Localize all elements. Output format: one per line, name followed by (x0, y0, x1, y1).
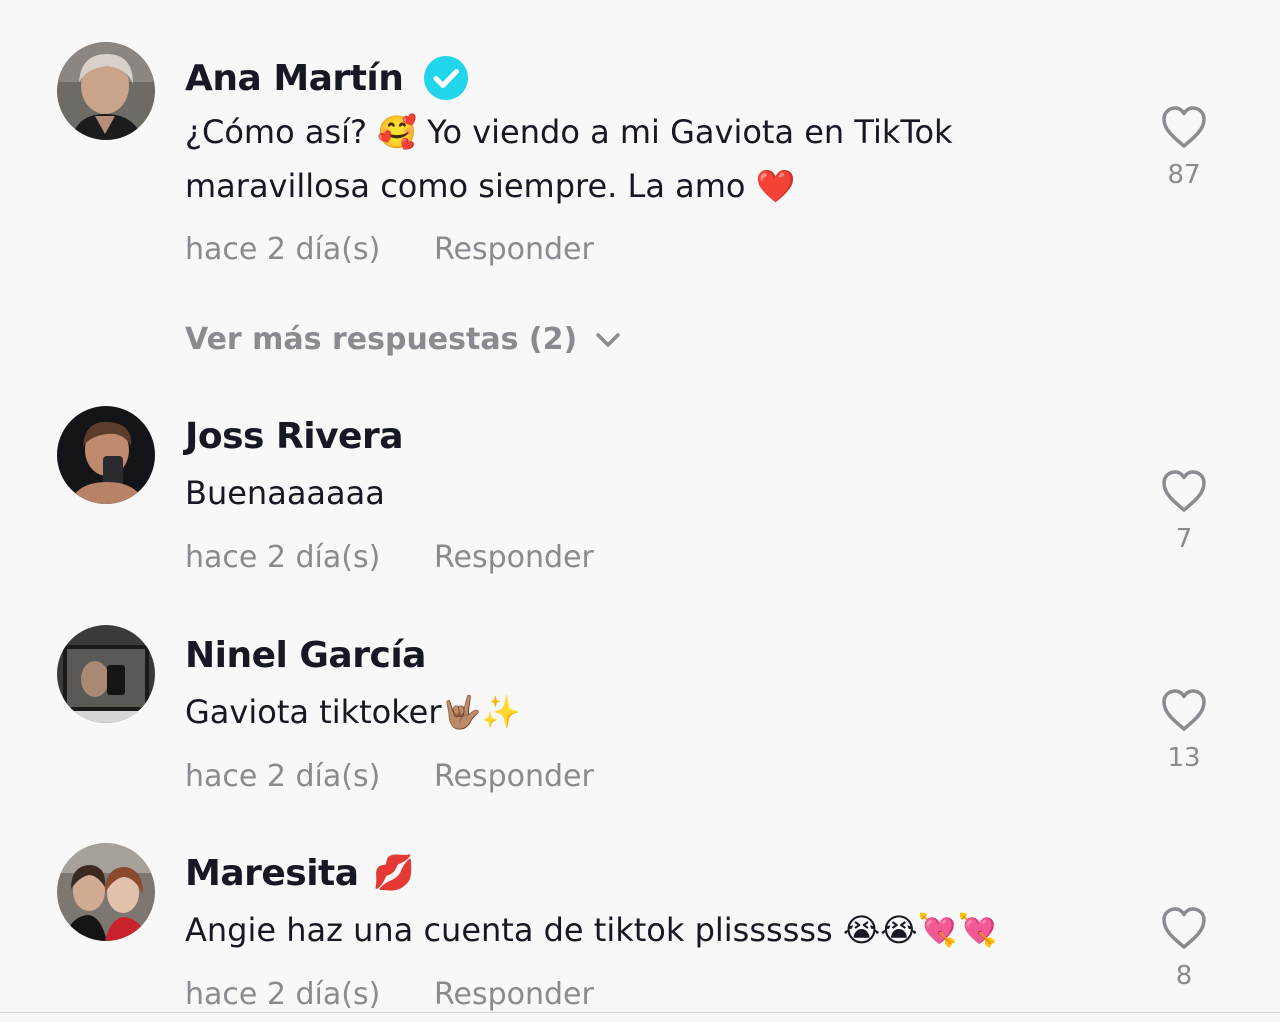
reply-button[interactable]: Responder (434, 977, 594, 1012)
comment-list: Ana Martín ¿Cómo así? 🥰 Yo viendo a mi G… (0, 0, 1280, 1022)
view-more-replies-label: Ver más respuestas (2) (185, 322, 578, 357)
reply-button[interactable]: Responder (434, 759, 594, 794)
username-row: Joss Rivera (185, 406, 404, 466)
avatar[interactable] (57, 625, 155, 723)
comment-text: ¿Cómo así? 🥰 Yo viendo a mi Gaviota en T… (185, 113, 953, 205)
username-row: Ana Martín (185, 48, 469, 108)
verified-check-icon (423, 55, 469, 101)
username[interactable]: Ana Martín (185, 58, 404, 99)
comment-meta: hace 2 día(s) Responder (185, 977, 594, 1012)
comment-time: hace 2 día(s) (185, 759, 381, 794)
heart-outline-icon[interactable] (1160, 687, 1208, 733)
avatar-image (57, 42, 155, 140)
username-emoji: 💋 (372, 853, 415, 893)
like-area: 13 (1140, 687, 1228, 773)
avatar[interactable] (57, 406, 155, 504)
like-count: 13 (1167, 743, 1201, 773)
comment-time: hace 2 día(s) (185, 977, 381, 1012)
like-count: 7 (1175, 524, 1193, 554)
avatar[interactable] (57, 42, 155, 140)
comment-item: Joss Rivera Buenaaaaaa hace 2 día(s) Res… (0, 406, 1280, 606)
comment-item: Maresita 💋 Angie haz una cuenta de tikto… (0, 843, 1280, 1022)
like-area: 8 (1140, 905, 1228, 991)
reply-button[interactable]: Responder (434, 232, 594, 267)
username-row: Maresita 💋 (185, 843, 415, 903)
divider (0, 1012, 1280, 1013)
comment-item: Ana Martín ¿Cómo así? 🥰 Yo viendo a mi G… (0, 42, 1280, 342)
like-area: 87 (1140, 104, 1228, 190)
reply-button[interactable]: Responder (434, 540, 594, 575)
username[interactable]: Maresita (185, 853, 359, 894)
comment-meta: hace 2 día(s) Responder (185, 759, 594, 794)
avatar-image (57, 843, 155, 941)
avatar-image (57, 625, 155, 723)
comment-meta: hace 2 día(s) Responder (185, 232, 594, 267)
comment-text: Gaviota tiktoker🤟🏽✨ (185, 693, 522, 731)
comment-text: Angie haz una cuenta de tiktok plissssss… (185, 911, 998, 949)
avatar[interactable] (57, 843, 155, 941)
comment-item: Ninel García Gaviota tiktoker🤟🏽✨ hace 2 … (0, 625, 1280, 825)
heart-outline-icon[interactable] (1160, 905, 1208, 951)
comment-time: hace 2 día(s) (185, 232, 381, 267)
avatar-image (57, 406, 155, 504)
like-count: 8 (1175, 961, 1193, 991)
view-more-replies-button[interactable]: Ver más respuestas (2) (185, 322, 621, 357)
heart-outline-icon[interactable] (1160, 104, 1208, 150)
comment-time: hace 2 día(s) (185, 540, 381, 575)
username[interactable]: Ninel García (185, 635, 426, 676)
comment-text: Buenaaaaaa (185, 474, 385, 512)
username-row: Ninel García (185, 625, 426, 685)
like-count: 87 (1167, 160, 1201, 190)
username[interactable]: Joss Rivera (185, 416, 404, 457)
chevron-down-icon (596, 332, 620, 347)
heart-outline-icon[interactable] (1160, 468, 1208, 514)
like-area: 7 (1140, 468, 1228, 554)
comment-meta: hace 2 día(s) Responder (185, 540, 594, 575)
